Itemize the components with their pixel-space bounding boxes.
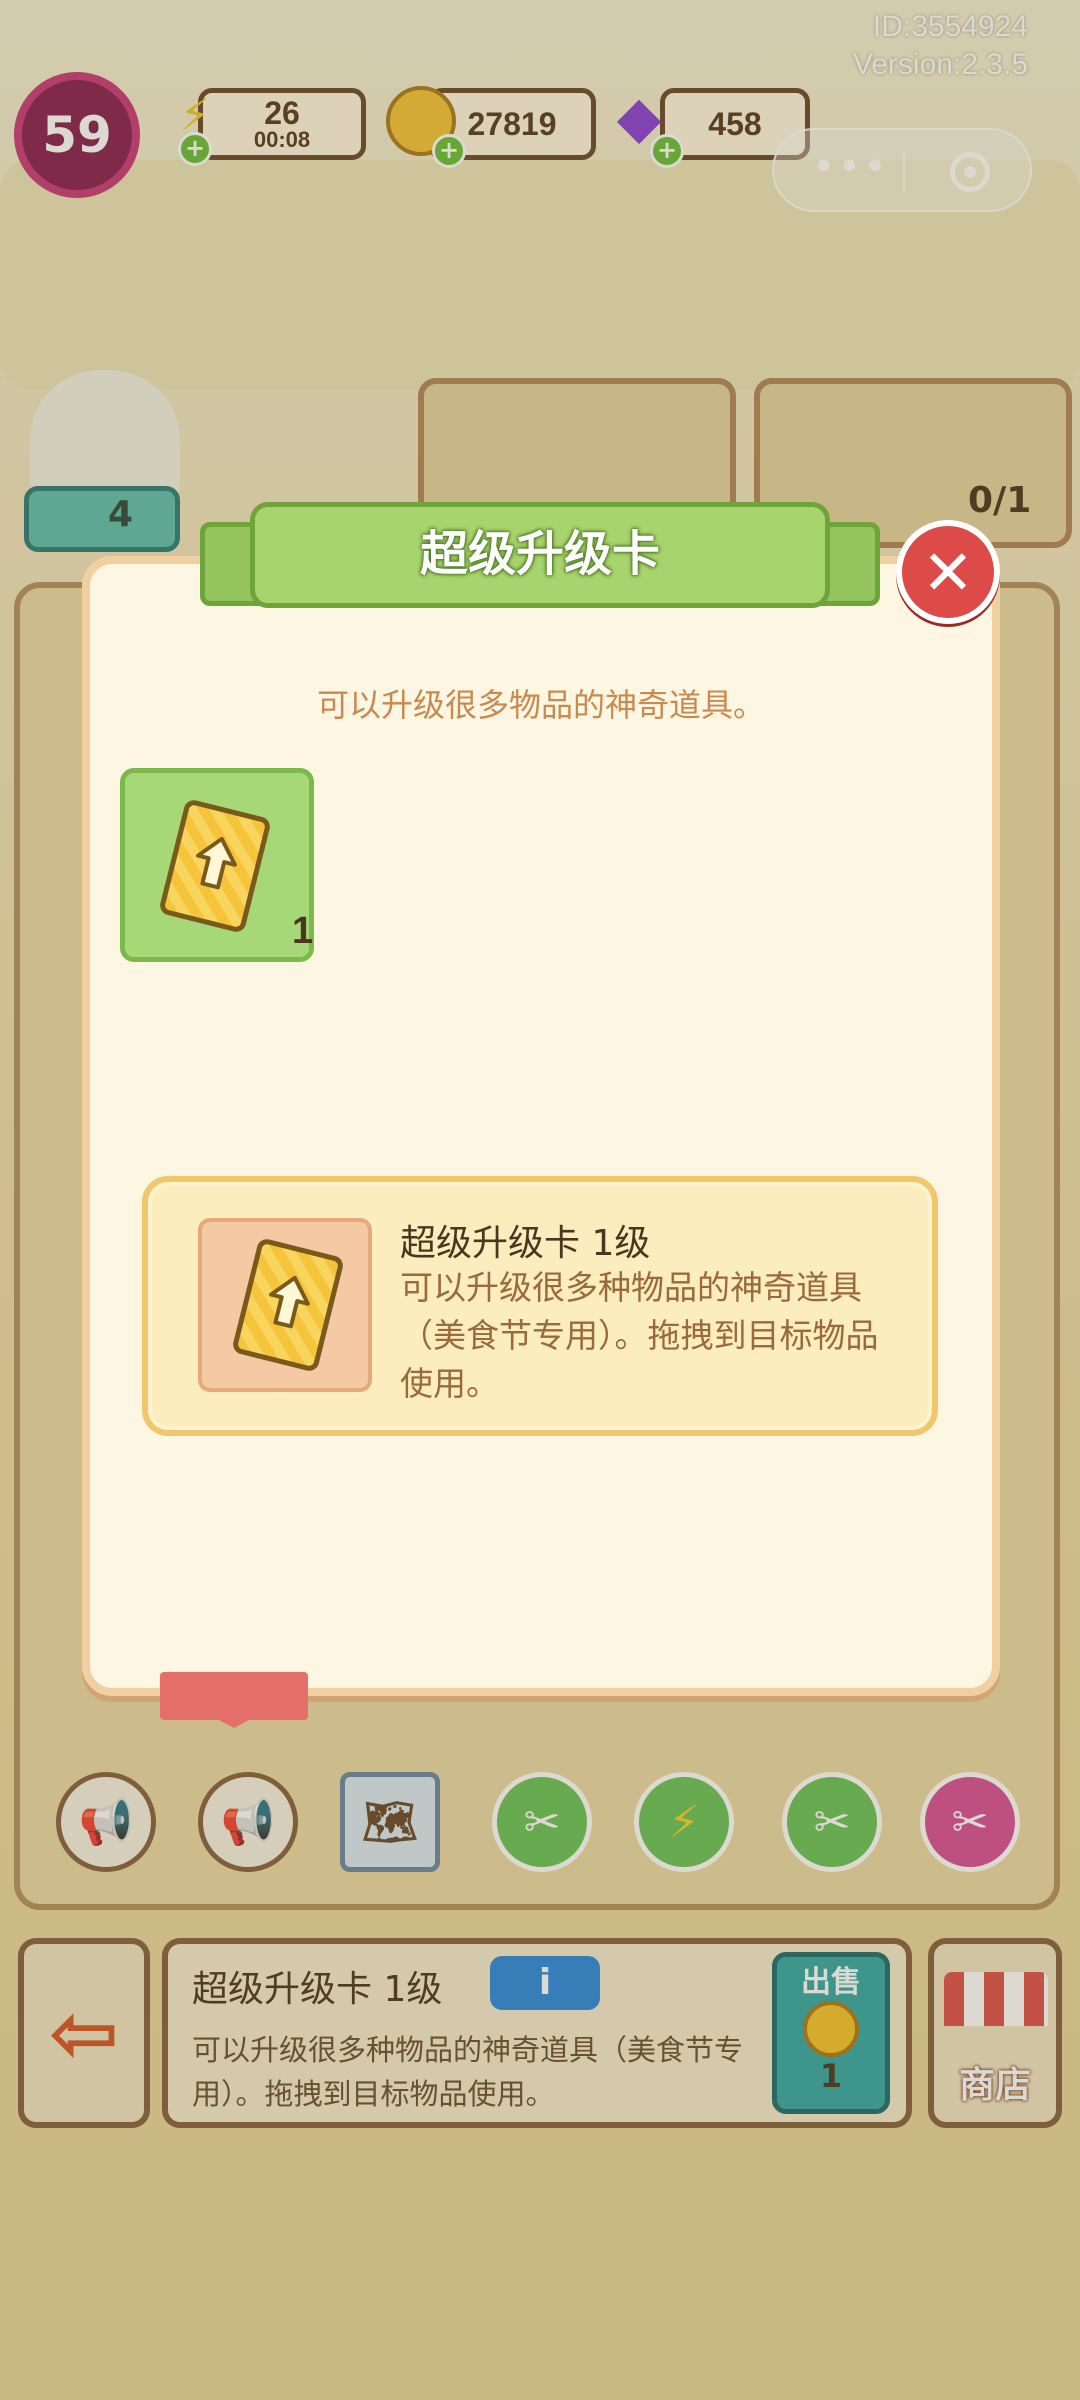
item-count: 1 (292, 910, 314, 952)
modal-title: 超级升级卡 (419, 526, 660, 582)
modal-bow-decoration (160, 1672, 308, 1728)
upgrade-card-icon (231, 1237, 345, 1373)
arrow-up-icon (269, 1275, 310, 1329)
detail-title: 超级升级卡 1级 (400, 1223, 651, 1264)
modal-subtitle: 可以升级很多物品的神奇道具。 (316, 686, 765, 724)
close-icon: ✕ (922, 535, 974, 609)
detail-description: 可以升级很多种物品的神奇道具（美食节专用）。拖拽到目标物品使用。 (400, 1268, 879, 1403)
modal-title-ribbon: 超级升级卡 (200, 494, 880, 616)
item-modal (82, 556, 1000, 1696)
detail-icon-frame (198, 1218, 372, 1392)
upgrade-card-icon (158, 798, 272, 934)
item-detail-panel: 超级升级卡 1级 可以升级很多种物品的神奇道具（美食节专用）。拖拽到目标物品使用… (142, 1176, 938, 1436)
close-button[interactable]: ✕ (896, 520, 1000, 624)
item-slot[interactable] (120, 768, 314, 962)
arrow-up-icon (196, 836, 237, 890)
